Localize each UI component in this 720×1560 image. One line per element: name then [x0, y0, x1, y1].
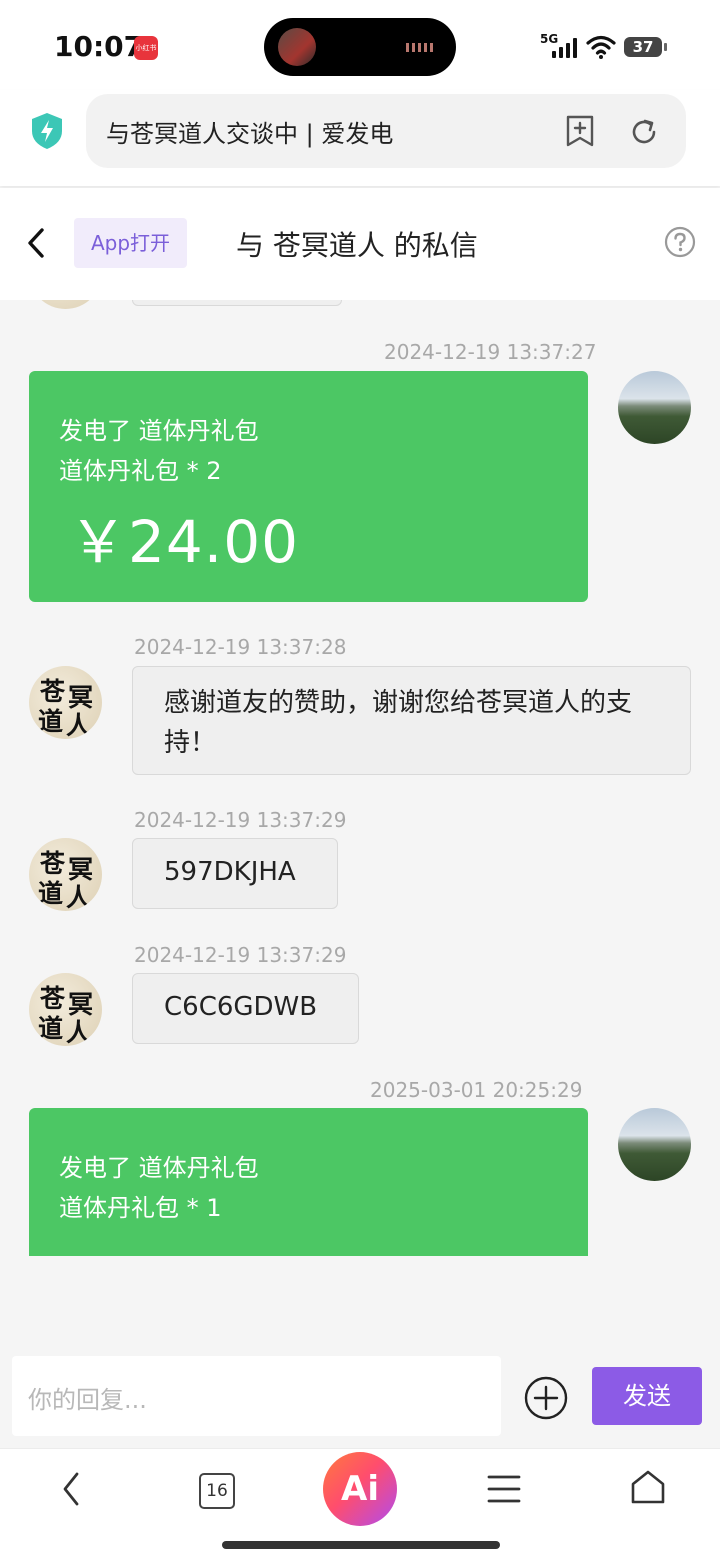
reply-input[interactable]: 你的回复... — [12, 1356, 501, 1436]
message-text: 感谢道友的赞助，谢谢您给苍冥道人的支持！ — [164, 688, 633, 758]
avatar-char: 道 — [38, 707, 64, 736]
dynamic-island — [264, 18, 456, 76]
gift-title: 发电了 道体丹礼包 — [59, 1154, 259, 1182]
self-avatar[interactable] — [618, 1108, 691, 1181]
reply-bar: 你的回复... 发送 — [0, 1340, 720, 1448]
status-time: 10:07 — [54, 30, 144, 63]
gift-amount: ￥12.00 — [69, 1232, 299, 1256]
message-bubble: 597DKJHA — [132, 838, 338, 909]
gift-amount: ￥24.00 — [69, 508, 300, 576]
sender-avatar[interactable]: 苍 冥 道 人 — [29, 973, 102, 1046]
message-bubble: C6C6GDWB — [132, 973, 359, 1044]
add-attachment-icon[interactable] — [524, 1376, 568, 1420]
message-timestamp: 2025-03-01 20:25:29 — [370, 1078, 583, 1102]
avatar[interactable] — [29, 300, 102, 309]
message-timestamp: 2024-12-19 13:37:29 — [134, 943, 347, 967]
sender-avatar[interactable]: 苍 冥 道 人 — [29, 838, 102, 911]
message-text: 597DKJHA — [164, 857, 296, 887]
add-bookmark-icon[interactable] — [564, 114, 596, 148]
message-bubble: 感谢道友的赞助，谢谢您给苍冥道人的支持！ — [132, 666, 691, 775]
browser-address-bar: 与苍冥道人交谈中 | 爱发电 — [0, 90, 720, 186]
sender-avatar[interactable]: 苍 冥 道 人 — [29, 666, 102, 739]
avatar-char: 人 — [66, 711, 92, 739]
signal-icon — [552, 38, 580, 58]
avatar-char: 人 — [66, 1018, 92, 1046]
gift-card[interactable]: 发电了 道体丹礼包 道体丹礼包 * 1 ￥12.00 — [29, 1108, 588, 1256]
message-bubble-partial — [132, 300, 342, 306]
avatar-char: 道 — [38, 1014, 64, 1043]
now-playing-avatar — [278, 28, 316, 66]
page-header: App打开 与 苍冥道人 的私信 — [0, 188, 720, 300]
tabs-count-button[interactable]: 16 — [199, 1473, 235, 1509]
menu-icon[interactable] — [487, 1474, 521, 1504]
home-indicator — [222, 1541, 500, 1549]
gift-quantity: 道体丹礼包 * 1 — [59, 1194, 222, 1222]
back-arrow-icon[interactable] — [22, 226, 52, 260]
open-in-app-button[interactable]: App打开 — [74, 218, 187, 268]
avatar-char: 人 — [66, 883, 92, 911]
back-icon[interactable] — [56, 1469, 86, 1509]
wifi-icon — [586, 35, 616, 59]
message-timestamp: 2024-12-19 13:37:29 — [134, 808, 347, 832]
xiaohongshu-app-icon: 小红书 — [134, 36, 158, 60]
gift-quantity: 道体丹礼包 * 2 — [59, 457, 222, 485]
url-field[interactable]: 与苍冥道人交谈中 | 爱发电 — [86, 94, 686, 168]
send-button[interactable]: 发送 — [592, 1367, 702, 1425]
page-title: 与 苍冥道人 的私信 — [236, 229, 478, 262]
help-icon[interactable] — [664, 226, 696, 258]
message-timestamp: 2024-12-19 13:37:28 — [134, 635, 347, 659]
reload-icon[interactable] — [628, 116, 660, 148]
ai-assistant-button[interactable]: Ai — [323, 1452, 397, 1526]
self-avatar[interactable] — [618, 371, 691, 444]
security-shield-icon[interactable] — [30, 112, 64, 150]
home-icon[interactable] — [630, 1469, 666, 1505]
url-title: 与苍冥道人交谈中 | 爱发电 — [106, 120, 394, 148]
gift-card[interactable]: 发电了 道体丹礼包 道体丹礼包 * 2 ￥24.00 — [29, 371, 588, 602]
audio-wave-icon — [406, 43, 436, 52]
message-list[interactable]: 2024-12-19 13:37:27 发电了 道体丹礼包 道体丹礼包 * 2 … — [0, 300, 720, 1256]
status-bar: 10:07 小红书 5G 37 — [0, 0, 720, 90]
gift-title: 发电了 道体丹礼包 — [59, 417, 259, 445]
browser-bottom-nav: 16 Ai — [0, 1448, 720, 1560]
message-timestamp: 2024-12-19 13:37:27 — [384, 340, 597, 364]
avatar-char: 道 — [38, 879, 64, 908]
battery-indicator: 37 — [624, 37, 667, 57]
message-text: C6C6GDWB — [164, 992, 318, 1022]
